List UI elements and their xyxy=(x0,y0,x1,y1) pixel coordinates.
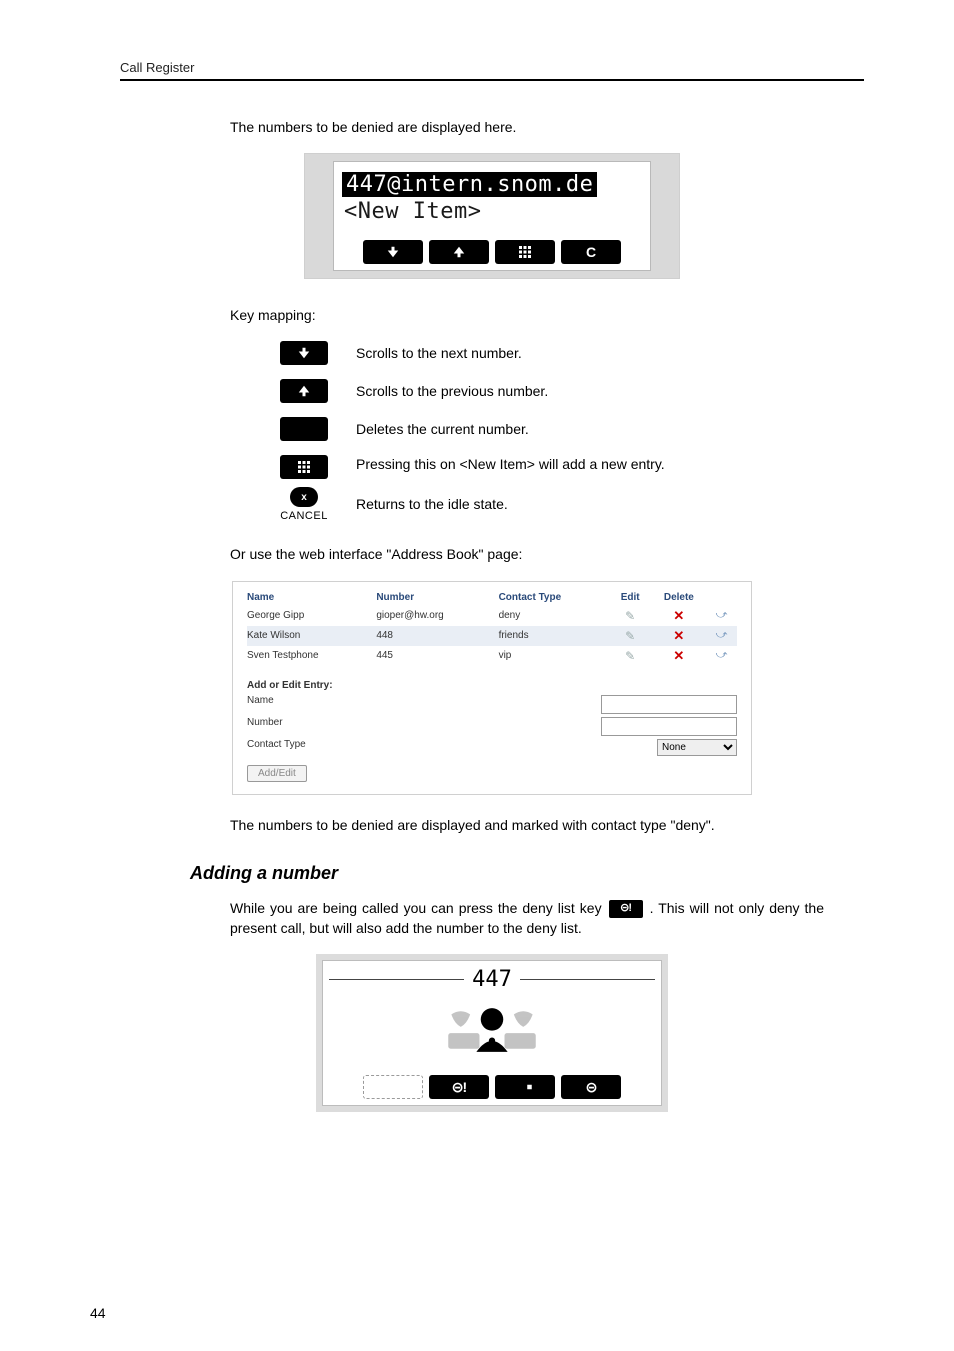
edit-icon[interactable]: ✎ xyxy=(625,629,635,643)
keymap-grid-desc: Pressing this on <New Item> will add a n… xyxy=(356,455,665,475)
ab-select-ctype[interactable]: None xyxy=(657,739,737,756)
ab-caption: The numbers to be denied are displayed a… xyxy=(230,815,824,835)
softkey-hangup[interactable]: ⊝ xyxy=(561,1075,621,1099)
keymap-down-desc: Scrolls to the next number. xyxy=(356,344,522,364)
softkey-clear[interactable]: C xyxy=(561,240,621,264)
arrow-down-icon xyxy=(384,243,402,261)
header-rule xyxy=(120,79,864,81)
lcd-new-item: <New Item> xyxy=(342,199,642,224)
ab-intro: Or use the web interface "Address Book" … xyxy=(230,544,824,564)
keymap-up-desc: Scrolls to the previous number. xyxy=(356,382,548,402)
deny-lcd: 447@intern.snom.de <New Item> C xyxy=(304,153,680,279)
softkey-up[interactable] xyxy=(429,240,489,264)
intro-line: The numbers to be denied are displayed h… xyxy=(230,117,824,137)
softkey-blank xyxy=(363,1075,423,1099)
running-head: Call Register xyxy=(120,60,864,75)
grid-icon xyxy=(516,243,534,261)
ringing-person-icon xyxy=(442,1000,542,1060)
keymap-clear-icon: C xyxy=(280,417,328,441)
edit-icon[interactable]: ✎ xyxy=(625,609,635,623)
ab-input-name[interactable] xyxy=(601,695,737,714)
transfer-icon xyxy=(516,1078,534,1096)
delete-icon[interactable]: ✕ xyxy=(673,608,684,623)
keymap-down-icon xyxy=(280,341,328,365)
delete-icon[interactable]: ✕ xyxy=(673,648,684,663)
ab-label-ctype: Contact Type xyxy=(247,739,342,756)
page-number: 44 xyxy=(90,1305,106,1321)
grid-icon xyxy=(295,458,313,476)
dial-icon[interactable]: ⤻ xyxy=(716,629,728,641)
hangup-icon: ⊝ xyxy=(586,1079,597,1096)
clear-letter: C xyxy=(586,244,596,260)
keymap-clear-desc: Deletes the current number. xyxy=(356,420,529,440)
softkey-down[interactable] xyxy=(363,240,423,264)
col-edit: Edit xyxy=(613,592,652,606)
arrow-down-icon xyxy=(295,344,313,362)
col-number: Number xyxy=(376,592,498,606)
ab-form-heading: Add or Edit Entry: xyxy=(247,680,737,691)
deny-icon: ⊝! xyxy=(452,1079,466,1096)
keymap-cancel-label: CANCEL xyxy=(280,510,328,522)
address-book-frame: Name Number Contact Type Edit Delete Geo… xyxy=(232,581,752,795)
ab-label-name: Name xyxy=(247,695,342,714)
keymap-cancel-desc: Returns to the idle state. xyxy=(356,495,508,515)
keymap-grid-icon xyxy=(280,455,328,479)
col-name: Name xyxy=(247,592,376,606)
table-row: Sven Testphone 445 vip ✎ ✕ ⤻ xyxy=(247,646,737,666)
incoming-call-lcd: 447 xyxy=(316,954,668,1112)
softkey-grid[interactable] xyxy=(495,240,555,264)
address-book-table: Name Number Contact Type Edit Delete Geo… xyxy=(247,592,737,666)
edit-icon[interactable]: ✎ xyxy=(625,649,635,663)
arrow-up-icon xyxy=(450,243,468,261)
dial-icon[interactable]: ⤻ xyxy=(716,609,728,621)
adding-paragraph: While you are being called you can press… xyxy=(230,898,824,939)
dial-icon[interactable]: ⤻ xyxy=(716,649,728,661)
clear-letter: C xyxy=(298,420,310,438)
delete-icon[interactable]: ✕ xyxy=(673,628,684,643)
softkey-deny[interactable]: ⊝! xyxy=(429,1075,489,1099)
keymap-cancel-icon: x xyxy=(290,487,318,507)
deny-key-icon: ⊝! xyxy=(609,900,643,918)
col-ctype: Contact Type xyxy=(499,592,613,606)
table-row: Kate Wilson 448 friends ✎ ✕ ⤻ xyxy=(247,626,737,646)
ab-label-number: Number xyxy=(247,717,342,736)
softkey-transfer[interactable] xyxy=(495,1075,555,1099)
lcd-selected-entry: 447@intern.snom.de xyxy=(342,172,597,197)
col-delete: Delete xyxy=(652,592,710,606)
ab-input-number[interactable] xyxy=(601,717,737,736)
ab-addedit-button[interactable]: Add/Edit xyxy=(247,765,307,782)
keymap-heading: Key mapping: xyxy=(230,307,864,323)
table-row: George Gipp gioper@hw.org deny ✎ ✕ ⤻ xyxy=(247,606,737,626)
keymap-up-icon xyxy=(280,379,328,403)
incoming-number: 447 xyxy=(472,967,512,992)
arrow-up-icon xyxy=(295,382,313,400)
adding-heading: Adding a number xyxy=(190,863,864,884)
